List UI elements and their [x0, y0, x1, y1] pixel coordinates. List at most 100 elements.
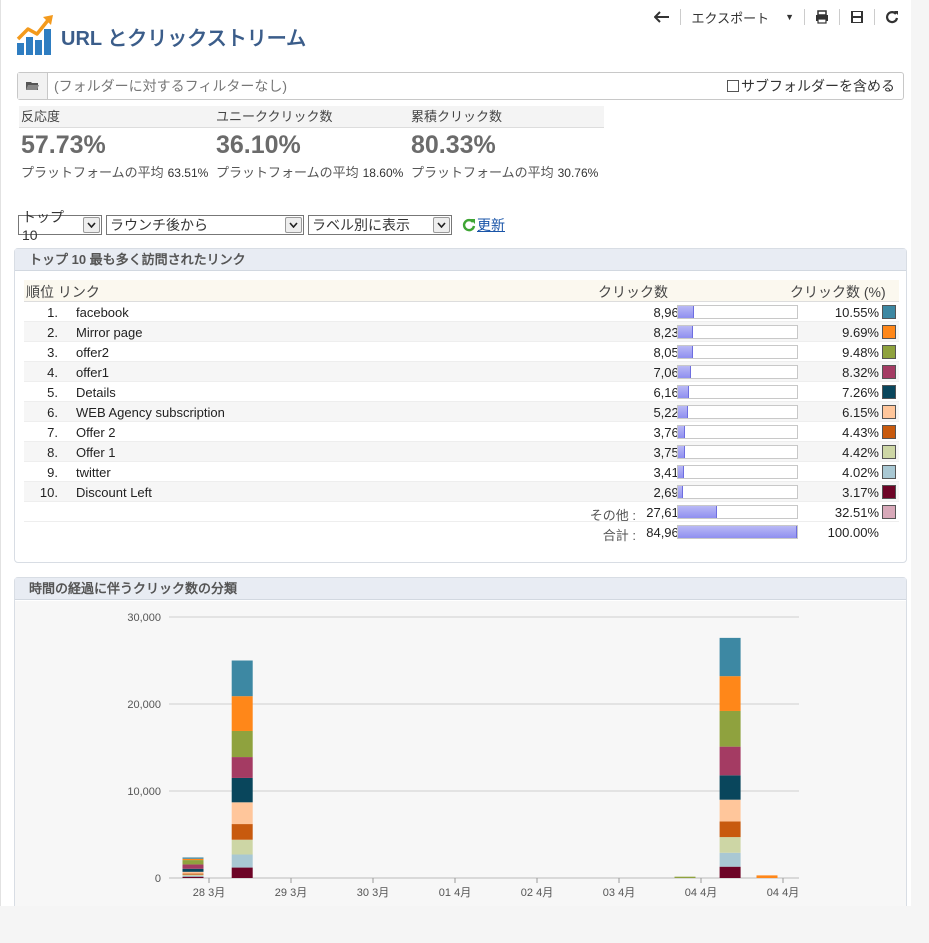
back-button[interactable] — [648, 8, 676, 26]
table-row[interactable]: 8. Offer 1 3,756 4.42% — [24, 442, 899, 462]
kpi-cumulative-clicks: 累積クリック数 80.33% プラットフォームの平均 30.76% — [409, 106, 604, 181]
stacked-bar-segment — [231, 854, 253, 868]
period-select[interactable]: ラウンチ後から — [106, 215, 304, 235]
share-bar — [677, 465, 798, 479]
share-bar — [677, 325, 798, 339]
kpi-average: プラットフォームの平均 30.76% — [409, 162, 604, 181]
share-bar-fill — [678, 326, 693, 338]
clicks-chart-area: 0 10,000 20,000 30,000 28 3月 29 3月 30 3月 01 4月 0… — [15, 601, 906, 906]
stacked-bar-segment — [182, 874, 204, 876]
page: URL とクリックストリーム エクスポート ▼ (フォルダーに対するフィルターな… — [0, 0, 911, 906]
click-percent: 9.48% — [842, 345, 879, 360]
x-tick-label: 03 4月 — [603, 887, 635, 899]
table-row[interactable]: 2. Mirror page 8,232 9.69% — [24, 322, 899, 342]
top-n-select[interactable]: トップ 10 — [18, 209, 102, 243]
share-bar — [677, 525, 798, 539]
kpi-average-label: プラットフォームの平均 — [21, 165, 164, 180]
period-value: ラウンチ後から — [110, 217, 208, 233]
column-clicks-pct: クリック数 (%) — [790, 284, 886, 300]
share-bar — [677, 405, 798, 419]
kpi-unique-clicks: ユニーククリック数 36.10% プラットフォームの平均 18.60% — [214, 106, 409, 181]
stacked-bar-segment — [231, 696, 253, 731]
stacked-bar-segment — [182, 864, 204, 869]
x-tick-label: 29 3月 — [275, 887, 307, 899]
include-subfolders-checkbox[interactable]: サブフォルダーを含める — [727, 76, 895, 96]
share-bar — [677, 345, 798, 359]
y-tick-label: 30,000 — [127, 612, 161, 624]
column-rank-link: 順位 リンク — [26, 284, 100, 300]
toolbar-separator — [680, 9, 682, 25]
color-swatch — [882, 385, 896, 399]
table-row[interactable]: 1. facebook 8,968 10.55% — [24, 302, 899, 322]
rank-number: 9. — [47, 465, 58, 480]
chevron-down-icon: ▼ — [785, 12, 794, 22]
table-row[interactable]: 4. offer1 7,067 8.32% — [24, 362, 899, 382]
stacked-bar-segment — [719, 799, 741, 822]
include-subfolders-label: サブフォルダーを含める — [741, 78, 895, 94]
y-tick-label: 10,000 — [127, 786, 161, 798]
folder-filter-input[interactable]: (フォルダーに対するフィルターなし) — [54, 76, 727, 96]
x-tick-label: 28 3月 — [193, 887, 225, 899]
link-name[interactable]: twitter — [76, 465, 111, 480]
kpi-average-value: 18.60% — [362, 166, 404, 180]
export-menu-button[interactable]: エクスポート ▼ — [685, 8, 800, 26]
stacked-bar-segment — [182, 873, 204, 875]
kpi-label: 反応度 — [19, 106, 214, 128]
kpi-label: ユニーククリック数 — [214, 106, 409, 128]
refresh-label: 更新 — [477, 217, 505, 233]
table-row[interactable]: 6. WEB Agency subscription 5,226 6.15% — [24, 402, 899, 422]
link-name[interactable]: Mirror page — [76, 325, 142, 340]
kpi-value: 36.10% — [216, 131, 301, 159]
export-label: エクスポート — [691, 10, 770, 26]
share-bar — [677, 425, 798, 439]
toolbar: エクスポート ▼ — [648, 8, 905, 26]
display-mode-value: ラベル別に表示 — [312, 217, 410, 233]
link-name[interactable]: Discount Left — [76, 485, 152, 500]
table-row[interactable]: 10. Discount Left 2,696 3.17% — [24, 482, 899, 502]
save-button[interactable] — [844, 8, 870, 26]
refresh-green-icon — [462, 218, 476, 232]
kpi-average: プラットフォームの平均 18.60% — [214, 162, 409, 181]
rank-number: 8. — [47, 445, 58, 460]
kpi-value: 57.73% — [21, 131, 106, 159]
refresh-link[interactable]: 更新 — [462, 215, 505, 235]
chevron-down-icon — [83, 217, 100, 233]
link-name[interactable]: WEB Agency subscription — [76, 405, 225, 420]
y-tick-label: 0 — [155, 873, 161, 885]
stacked-bar-segment — [719, 775, 741, 800]
x-tick-label: 04 4月 — [767, 887, 799, 899]
share-bar-fill — [678, 346, 693, 358]
color-swatch — [882, 445, 896, 459]
stacked-bar-segment — [719, 637, 741, 677]
report-controls: トップ 10 ラウンチ後から ラベル別に表示 更新 — [18, 209, 505, 243]
stacked-bar-segment — [182, 875, 204, 877]
click-percent: 9.69% — [842, 325, 879, 340]
share-bar-fill — [678, 506, 717, 518]
kpi-average: プラットフォームの平均 63.51% — [19, 162, 214, 181]
share-bar — [677, 485, 798, 499]
link-name[interactable]: Details — [76, 385, 116, 400]
table-row[interactable]: 9. twitter 3,415 4.02% — [24, 462, 899, 482]
print-button[interactable] — [809, 8, 835, 26]
link-name[interactable]: facebook — [76, 305, 129, 320]
stacked-bar-segment — [231, 802, 253, 825]
table-row[interactable]: 5. Details 6,168 7.26% — [24, 382, 899, 402]
folder-button[interactable] — [18, 73, 48, 99]
checkbox-box[interactable] — [727, 80, 739, 92]
table-row[interactable]: 7. Offer 2 3,767 4.43% — [24, 422, 899, 442]
link-name[interactable]: offer2 — [76, 345, 109, 360]
refresh-toolbar-button[interactable] — [879, 8, 905, 26]
link-name[interactable]: offer1 — [76, 365, 109, 380]
chevron-down-icon — [433, 217, 450, 233]
x-tick-label: 30 3月 — [357, 887, 389, 899]
stacked-bar-segment — [182, 868, 204, 872]
display-mode-select[interactable]: ラベル別に表示 — [308, 215, 452, 235]
link-name[interactable]: Offer 2 — [76, 425, 116, 440]
stacked-bar-segment — [719, 866, 741, 878]
table-row[interactable]: 3. offer2 8,053 9.48% — [24, 342, 899, 362]
link-name[interactable]: Offer 1 — [76, 445, 116, 460]
table-row-total: 合計 :84,967 100.00% — [24, 522, 899, 543]
header: URL とクリックストリーム — [15, 12, 306, 58]
color-swatch — [882, 365, 896, 379]
share-bar-fill — [678, 526, 797, 538]
